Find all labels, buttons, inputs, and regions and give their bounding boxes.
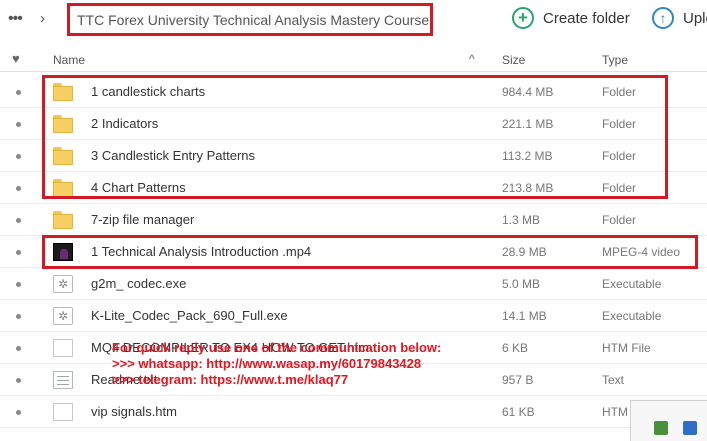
file-name[interactable]: 1 candlestick charts	[91, 84, 205, 99]
text-file-icon	[53, 371, 73, 389]
file-row[interactable]: 1 Technical Analysis Introduction .mp4 2…	[0, 236, 707, 268]
document-icon	[53, 403, 73, 421]
file-name[interactable]: 1 Technical Analysis Introduction .mp4	[91, 244, 311, 259]
file-size: 221.1 MB	[502, 117, 554, 131]
folder-icon	[53, 147, 73, 165]
plus-icon: +	[512, 7, 534, 29]
executable-icon: ✲	[53, 307, 73, 325]
file-row[interactable]: 7-zip file manager 1.3 MB Folder	[0, 204, 707, 236]
file-type: Folder	[602, 149, 637, 163]
bullet-icon	[16, 410, 21, 415]
bullet-icon	[16, 122, 21, 127]
executable-icon: ✲	[53, 275, 73, 293]
file-row[interactable]: 3 Candlestick Entry Patterns 113.2 MB Fo…	[0, 140, 707, 172]
bullet-icon	[16, 218, 21, 223]
bullet-icon	[16, 314, 21, 319]
file-type: HTM	[602, 405, 628, 419]
contact-overlay: For quick reply use one of the communica…	[112, 340, 441, 388]
file-size: 14.1 MB	[502, 309, 547, 323]
file-name[interactable]: vip signals.htm	[91, 404, 177, 419]
file-size: 113.2 MB	[502, 149, 553, 163]
system-tray	[630, 400, 707, 441]
column-name[interactable]: Name	[53, 53, 85, 67]
file-type: HTM File	[602, 341, 651, 355]
folder-icon	[53, 211, 73, 229]
heart-icon[interactable]: ♥	[12, 51, 20, 66]
file-row[interactable]: ✲ g2m_ codec.exe 5.0 MB Executable	[0, 268, 707, 300]
folder-icon	[53, 179, 73, 197]
file-size: 213.8 MB	[502, 181, 554, 195]
file-size: 1.3 MB	[502, 213, 541, 227]
document-icon	[53, 339, 73, 357]
column-type[interactable]: Type	[602, 53, 628, 67]
bullet-icon	[16, 378, 21, 383]
file-size: 6 KB	[502, 341, 529, 355]
create-folder-label: Create folder	[543, 9, 630, 27]
network-icon[interactable]	[683, 421, 697, 435]
create-folder-button[interactable]: + Create folder	[512, 7, 630, 29]
usb-device-icon[interactable]	[654, 421, 668, 435]
column-header: ♥ Name ^ Size Type	[0, 48, 707, 72]
file-size: 28.9 MB	[502, 245, 547, 259]
file-type: Folder	[602, 117, 637, 131]
file-name[interactable]: 3 Candlestick Entry Patterns	[91, 148, 255, 163]
file-name[interactable]: K-Lite_Codec_Pack_690_Full.exe	[91, 308, 288, 323]
folder-icon	[53, 115, 73, 133]
file-type: Text	[602, 373, 625, 387]
file-row[interactable]: 4 Chart Patterns 213.8 MB Folder	[0, 172, 707, 204]
sort-ascending-icon[interactable]: ^	[469, 52, 475, 66]
chevron-right-icon: ›	[40, 10, 45, 27]
overlay-line-1: For quick reply use one of the communica…	[112, 340, 442, 355]
more-options-icon[interactable]: •••	[8, 11, 23, 27]
file-row[interactable]: vip signals.htm 61 KB HTM	[0, 396, 707, 428]
file-name[interactable]: 2 Indicators	[91, 116, 158, 131]
overlay-line-3: >>> telegram: https://www.t.me/klaq77	[112, 372, 349, 387]
file-size: 5.0 MB	[502, 277, 541, 291]
video-thumbnail-icon	[53, 243, 73, 261]
file-type: Folder	[602, 181, 637, 195]
breadcrumb[interactable]: TTC Forex University Technical Analysis …	[67, 3, 433, 36]
file-type: MPEG-4 video	[602, 245, 681, 259]
overlay-line-2: >>> whatsapp: http://www.wasap.my/601798…	[112, 356, 422, 371]
file-name[interactable]: 4 Chart Patterns	[91, 180, 186, 195]
file-row[interactable]: 2 Indicators 221.1 MB Folder	[0, 108, 707, 140]
file-type: Executable	[602, 277, 662, 291]
bullet-icon	[16, 186, 21, 191]
file-type: Folder	[602, 213, 637, 227]
file-type: Executable	[602, 309, 662, 323]
bullet-icon	[16, 250, 21, 255]
top-toolbar: ••• › TTC Forex University Technical Ana…	[0, 0, 707, 40]
folder-icon	[53, 83, 73, 101]
bullet-icon	[16, 90, 21, 95]
upload-button[interactable]: ↑ Uplo	[652, 7, 707, 29]
file-row[interactable]: ✲ K-Lite_Codec_Pack_690_Full.exe 14.1 MB…	[0, 300, 707, 332]
file-type: Folder	[602, 85, 637, 99]
upload-arrow-icon: ↑	[652, 7, 674, 29]
upload-label: Uplo	[683, 9, 707, 27]
file-name[interactable]: 7-zip file manager	[91, 212, 194, 227]
file-size: 984.4 MB	[502, 85, 554, 99]
file-name[interactable]: g2m_ codec.exe	[91, 276, 186, 291]
column-size[interactable]: Size	[502, 53, 525, 67]
file-size: 957 B	[502, 373, 534, 387]
file-row[interactable]: 1 candlestick charts 984.4 MB Folder	[0, 76, 707, 108]
bullet-icon	[16, 346, 21, 351]
bullet-icon	[16, 282, 21, 287]
bullet-icon	[16, 154, 21, 159]
file-size: 61 KB	[502, 405, 535, 419]
